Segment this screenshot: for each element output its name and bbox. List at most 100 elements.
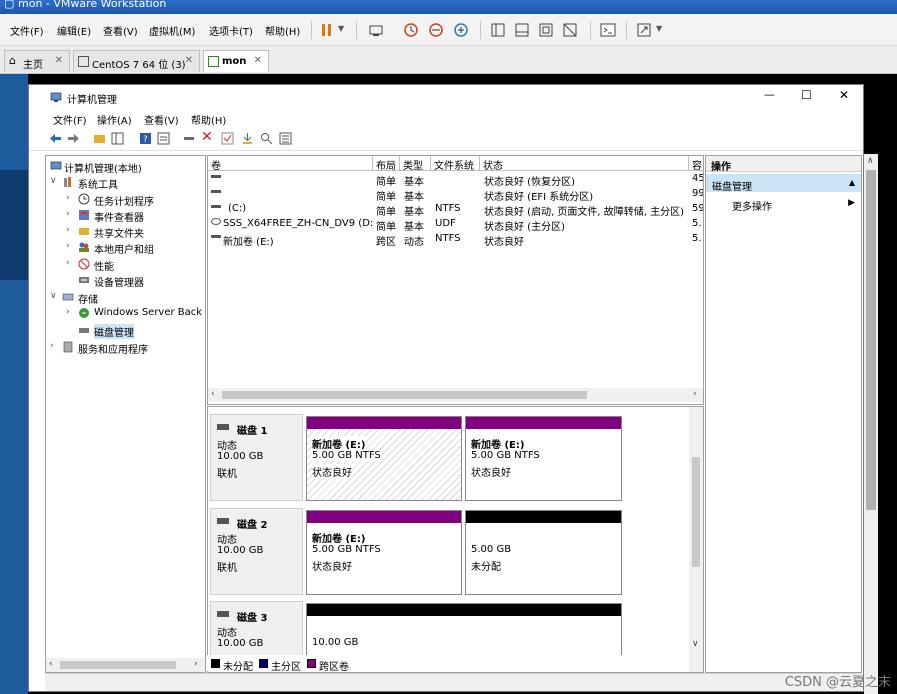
search-icon[interactable] [260,132,273,145]
chevron-left-icon[interactable]: ‹ [211,389,215,399]
send-keys-icon[interactable] [368,22,384,38]
cell-layout: 简单 [376,177,396,188]
disk-label[interactable]: 磁盘 1 动态 10.00 GB 联机 [210,414,303,501]
chevron-right-icon[interactable]: › [693,389,697,399]
unallocated-partition[interactable]: 10.00 GB [306,603,622,663]
column-header-capacity[interactable]: 容 [689,156,703,171]
close-icon[interactable]: ✕ [55,55,63,66]
chevron-right-icon[interactable]: › [66,193,76,203]
column-header-status[interactable]: 状态 [480,156,689,172]
menu-file[interactable]: 文件(F) [53,112,87,127]
pause-icon[interactable] [319,22,335,38]
chevron-right-icon[interactable]: › [66,209,76,219]
vm-menu-vm[interactable]: 虚拟机(M) [149,23,195,38]
cell-capacity: 99 [692,188,704,199]
cell-layout: 简单 [376,222,396,233]
unallocated-partition[interactable]: 5.00 GB 未分配 [465,510,622,595]
chevron-left-icon[interactable]: ‹ [49,659,53,669]
chevron-down-icon[interactable]: ▼ [338,24,354,40]
chevron-right-icon[interactable]: › [66,307,76,317]
cell-volume: 新加卷 (E:) [223,237,274,248]
close-button[interactable]: ✕ [839,88,849,102]
vm-menu-edit[interactable]: 编辑(E) [57,23,91,38]
tab-label: mon [222,56,247,67]
cell-type: 动态 [404,237,424,248]
partition-bar [466,511,621,523]
chevron-right-icon[interactable]: › [66,225,76,235]
chevron-down-icon[interactable]: ▼ [656,24,672,40]
partition-size: 10.00 GB [312,637,359,648]
more-actions-item[interactable]: 更多操作 ▶ [706,196,861,213]
tree-horizontal-scrollbar[interactable]: ‹ › [46,658,205,672]
tab-centos[interactable]: CentOS 7 64 位 (3) ✕ [73,50,200,72]
volume-list-horizontal-scrollbar[interactable]: ‹ › [208,388,703,402]
menu-view[interactable]: 查看(V) [144,112,179,127]
chevron-down-icon[interactable]: ∨ [50,176,60,186]
tab-home[interactable]: ⌂ 主页 ✕ [4,50,70,72]
forward-arrow-icon[interactable] [67,132,80,145]
chevron-up-icon[interactable]: ∧ [867,156,874,166]
thumbnail-view-icon[interactable] [514,22,530,38]
cell-capacity: 45 [692,173,704,184]
console-icon[interactable] [600,22,616,38]
column-header-type[interactable]: 类型 [400,156,431,172]
chevron-right-icon[interactable]: › [50,341,60,351]
fullscreen-icon[interactable] [538,22,554,38]
properties-icon[interactable] [157,132,170,145]
device-manager-icon [79,277,89,283]
column-header-filesystem[interactable]: 文件系统 [431,156,480,172]
minimize-button[interactable]: — [764,88,775,101]
chevron-down-icon[interactable]: ∨ [692,639,699,649]
vm-menu-tabs[interactable]: 选项卡(T) [209,23,253,38]
chevron-down-icon[interactable]: ∨ [50,291,60,301]
check-icon[interactable] [221,132,234,145]
snapshot-icon[interactable] [403,22,419,38]
close-icon[interactable]: ✕ [185,55,193,66]
chevron-right-icon[interactable]: › [66,258,76,268]
partition[interactable]: 新加卷 (E:) 5.00 GB NTFS 状态良好 [465,416,622,501]
more-actions-label: 更多操作 [732,202,772,213]
connect-icon[interactable] [183,132,196,145]
vm-menu-view[interactable]: 查看(V) [103,23,138,38]
tab-mon[interactable]: mon ✕ [203,50,269,72]
partition[interactable]: 新加卷 (E:) 5.00 GB NTFS 状态良好 [306,416,462,501]
menu-help[interactable]: 帮助(H) [191,112,226,127]
chevron-right-icon[interactable]: › [66,241,76,251]
scrollbar-thumb[interactable] [692,457,700,567]
vm-menu-file[interactable]: 文件(F) [10,23,44,38]
vm-menu-help[interactable]: 帮助(H) [265,23,300,38]
scrollbar-thumb[interactable] [222,391,587,399]
up-folder-icon[interactable] [93,132,106,145]
scrollbar-thumb[interactable] [60,661,176,669]
chevron-right-icon[interactable]: › [194,659,198,669]
column-header-volume[interactable]: 卷 [208,156,373,172]
sidebar-view-icon[interactable] [490,22,506,38]
disk-kind: 动态 [217,535,237,546]
divider [480,21,481,39]
actions-section-disk-management[interactable]: 磁盘管理 ▲ [706,174,861,193]
menu-action[interactable]: 操作(A) [97,112,132,127]
computer-management-window: 计算机管理 — ☐ ✕ 文件(F) 操作(A) 查看(V) 帮助(H) ? ✕ … [28,84,864,692]
close-icon[interactable]: ✕ [254,55,262,66]
show-hide-tree-icon[interactable] [111,132,124,145]
cell-status: 状态良好 (启动, 页面文件, 故障转储, 主分区) [484,207,685,218]
revert-snapshot-icon[interactable] [428,22,444,38]
column-header-layout[interactable]: 布局 [373,156,400,172]
back-arrow-icon[interactable] [49,132,62,145]
volume-icon [211,175,221,178]
collapse-icon[interactable]: ▲ [849,178,855,187]
disk-label[interactable]: 磁盘 2 动态 10.00 GB 联机 [210,508,303,595]
console-vertical-scrollbar[interactable]: ∧ [864,154,878,694]
import-icon[interactable] [241,132,254,145]
partition-status: 未分配 [471,562,501,573]
maximize-button[interactable]: ☐ [801,88,812,102]
delete-icon[interactable]: ✕ [201,129,214,145]
help-icon[interactable]: ? [139,132,152,145]
snapshot-manager-icon[interactable] [453,22,469,38]
unity-icon[interactable] [562,22,578,38]
stretch-icon[interactable] [636,22,652,38]
partition[interactable]: 新加卷 (E:) 5.00 GB NTFS 状态良好 [306,510,462,595]
list-view-icon[interactable] [279,132,292,145]
disk-area-vertical-scrollbar[interactable]: ∨ [689,407,703,672]
scrollbar-thumb[interactable] [866,170,876,510]
